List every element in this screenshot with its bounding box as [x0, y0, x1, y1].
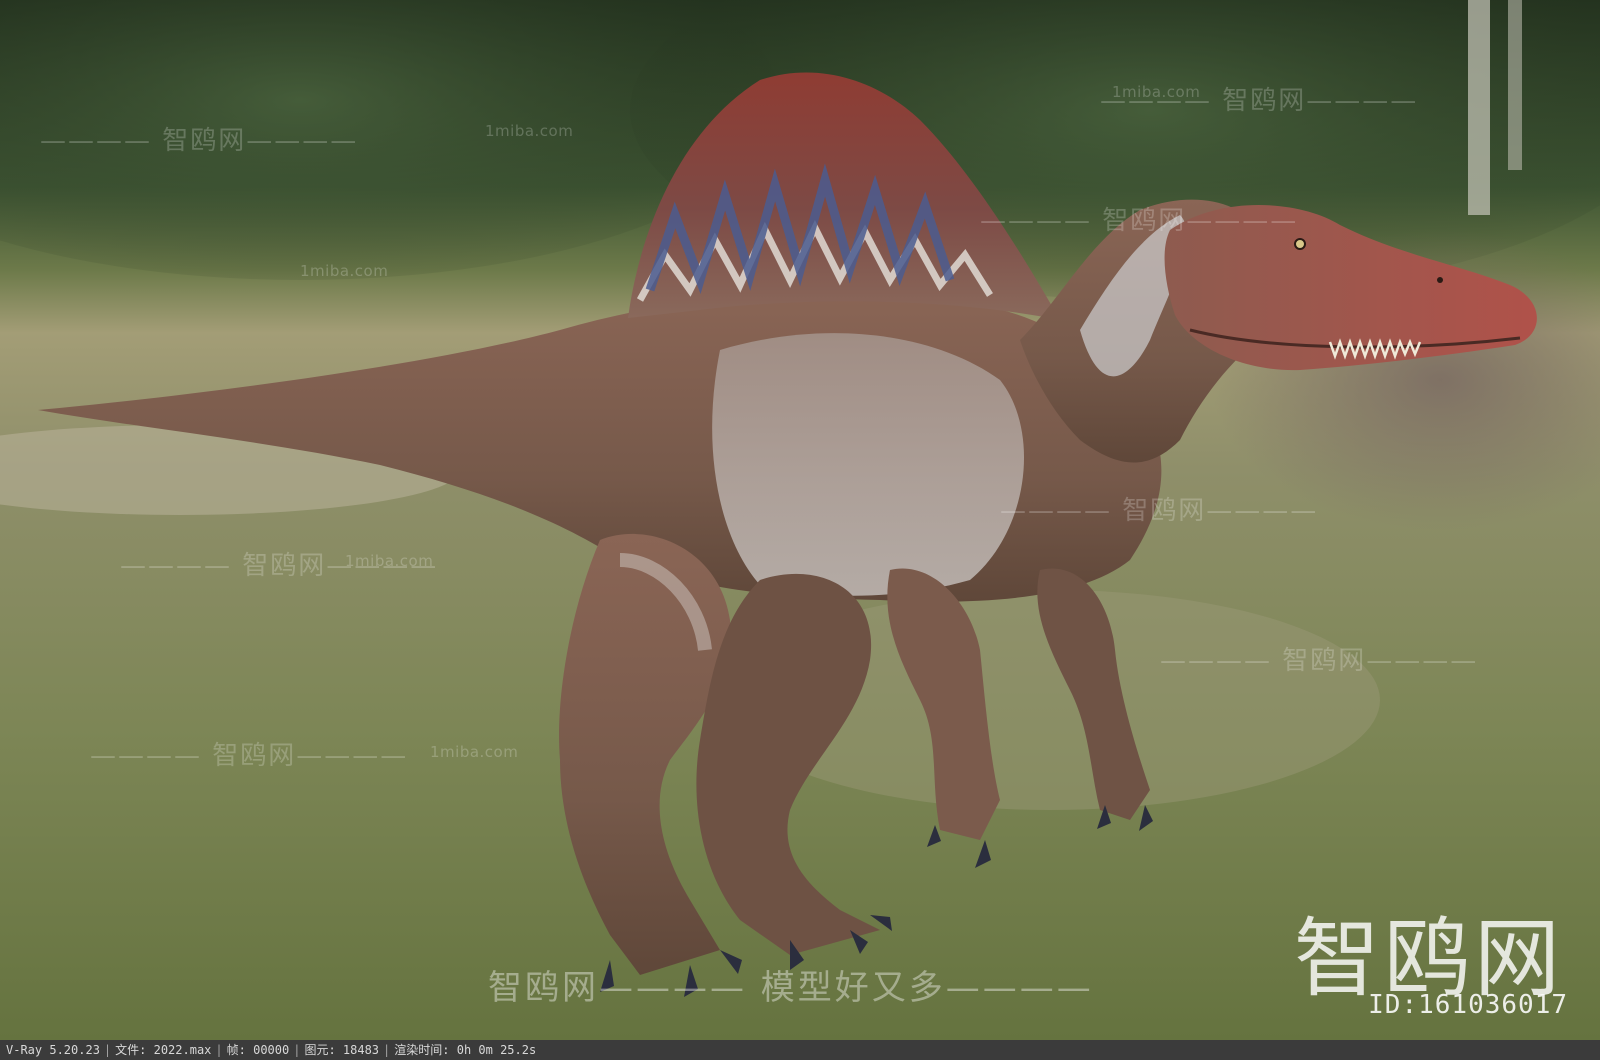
watermark-repeat: ———— 智鸥网———— — [1160, 646, 1479, 676]
watermark-id: ID:161036017 — [1368, 990, 1568, 1020]
dinosaur-eye — [1294, 238, 1306, 250]
birch-trunk — [1508, 0, 1522, 170]
watermark-repeat: ———— 智鸥网———— — [90, 741, 409, 771]
watermark-repeat: ———— 智鸥网———— — [40, 126, 359, 156]
dinosaur-belly — [712, 333, 1024, 596]
watermark-site: 1miba.com — [345, 552, 434, 570]
nostril — [1437, 277, 1443, 283]
watermark-slogan: 智鸥网———— 模型好又多———— — [488, 968, 1094, 1008]
watermark-repeat: ———— 智鸥网———— — [980, 206, 1299, 236]
render-time: 渲染时间: 0h 0m 25.2s — [394, 1043, 537, 1057]
renderer-version: V-Ray 5.20.23 — [6, 1043, 100, 1057]
file-name: 文件: 2022.max — [115, 1043, 212, 1057]
frame-number: 帧: 00000 — [226, 1043, 290, 1057]
render-status-bar: V-Ray 5.20.23 | 文件: 2022.max | 帧: 00000 | 图元: … — [0, 1040, 1600, 1060]
watermark-site: 1miba.com — [430, 743, 519, 761]
primitive-count: 图元: 18483 — [304, 1043, 380, 1057]
watermark-site: 1miba.com — [300, 262, 389, 280]
watermark-repeat: ———— 智鸥网———— — [1000, 496, 1319, 526]
watermark-site: 1miba.com — [1112, 83, 1201, 101]
birch-trunk — [1468, 0, 1490, 215]
watermark-site: 1miba.com — [485, 122, 574, 140]
